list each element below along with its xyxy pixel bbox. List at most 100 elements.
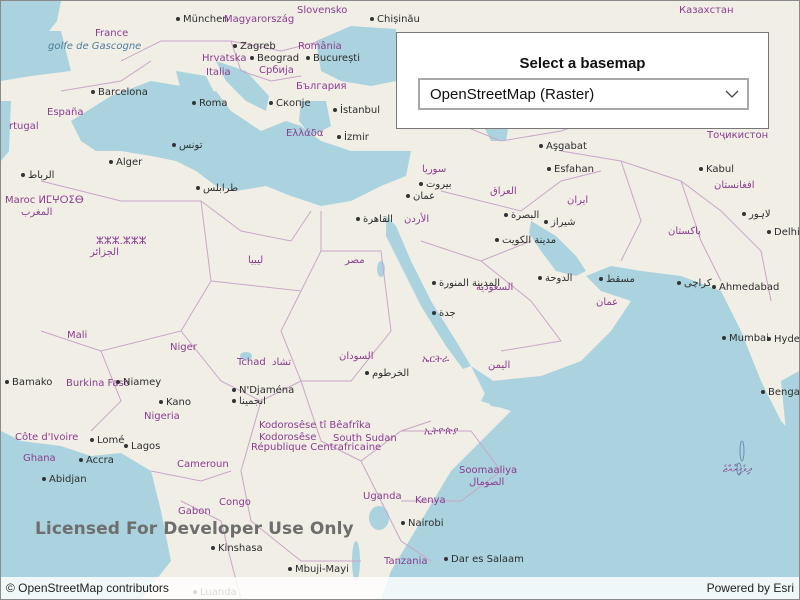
map-label-text: الجزائر [90, 247, 119, 258]
map-label-text: N'Djaména [239, 385, 295, 396]
map-label-text: الصومال [469, 477, 505, 488]
map-label: Bamako [5, 377, 52, 388]
map-label-text: ኢትዮጵያ [424, 426, 459, 437]
map-label-text: البصرة [511, 210, 540, 221]
map-label-text: Beograd [257, 53, 300, 64]
map-label-text: Kodorosêse tî Bêafrîka [259, 420, 371, 431]
panel-title: Select a basemap [519, 55, 646, 72]
map-label: جدة [432, 308, 456, 319]
map-label: شيراز [544, 217, 576, 228]
map-label: България [296, 81, 347, 92]
map-label-text: Казахстан [679, 5, 734, 16]
map-label: Soomaaliya [459, 465, 517, 476]
map-label-text: Nigeria [144, 411, 180, 422]
map-label-text: Cameroun [177, 459, 229, 470]
map-label-text: Ghana [23, 453, 56, 464]
map-label-text: Niamey [123, 377, 162, 388]
map-label: الأردن [404, 214, 429, 225]
map-label: Chișinău [370, 14, 420, 25]
map-label-text: България [296, 81, 347, 92]
map-label-text: South Sudan [333, 433, 397, 444]
map-label: Niger [170, 342, 197, 353]
map-label: France [95, 28, 128, 39]
map-label: Magyarország [224, 14, 294, 25]
map-label: Скопје [269, 98, 311, 109]
map-label-text: تشاد [272, 357, 292, 368]
map-label: الدوحة [538, 273, 572, 284]
map-label: بيروت [419, 179, 452, 190]
city-dot-icon [365, 371, 369, 375]
map-label: Uganda [363, 491, 402, 502]
map-label: Kodorosêse [259, 432, 316, 443]
map-label-text: rtugal [9, 121, 39, 132]
city-dot-icon [21, 173, 25, 177]
map-label: Roma [192, 98, 228, 109]
map-label-text: Kinshasa [218, 543, 263, 554]
map-label-text: ⵣⵣⵣ.ⵣⵣⵣ [96, 236, 147, 247]
map-label-text: İstanbul [340, 105, 381, 116]
map-label-text: Lomé [97, 435, 125, 446]
map-label: العراق [490, 186, 517, 197]
map-label: الرباط [21, 170, 54, 181]
city-dot-icon [722, 336, 726, 340]
map-label-text: Gabon [178, 506, 211, 517]
map-label: İstanbul [333, 105, 380, 116]
map-label-text: Magyarország [224, 14, 295, 25]
map-label-text: الرباط [28, 170, 55, 181]
city-dot-icon [269, 101, 273, 105]
map-label-text: Congo [219, 497, 251, 508]
map-label-text: Benga [768, 387, 800, 398]
map-label-text: Chișinău [377, 14, 420, 25]
map-label: مصر [345, 255, 365, 266]
chevron-down-icon [725, 90, 739, 98]
map-label-text: Barcelona [98, 87, 148, 98]
map-label-text: France [95, 28, 129, 39]
city-dot-icon [176, 17, 180, 21]
city-dot-icon [699, 167, 703, 171]
map-label-text: Slovensko [297, 5, 348, 16]
lake-victoria [369, 506, 389, 530]
map-label-text: انجمينا [239, 396, 266, 407]
powered-by-esri[interactable]: Powered by Esri [707, 581, 794, 595]
city-dot-icon [599, 277, 603, 281]
map-label: افغانستان [714, 180, 755, 191]
map-label: طرابلس [196, 183, 238, 194]
city-dot-icon [677, 281, 681, 285]
city-dot-icon [767, 337, 771, 341]
attribution-bar: © OpenStreetMap contributors Powered by … [1, 577, 799, 599]
basemap-dropdown[interactable]: OpenStreetMap (Raster) [418, 78, 749, 110]
map-label: Mali [67, 330, 87, 341]
city-dot-icon [250, 56, 254, 60]
map-label-text: بيروت [426, 179, 452, 190]
map-label-text: جدة [439, 308, 456, 319]
map-label: السودان [339, 351, 374, 362]
map-frame: München Magyarország Slovensko Chișinău Каза… [0, 0, 800, 600]
map-label: ⵣⵣⵣ.ⵣⵣⵣ [96, 236, 146, 247]
map-label-text: golfe de Gascogne [48, 41, 142, 52]
map-label-text: الخرطوم [372, 368, 410, 379]
map-label: المغرب [21, 207, 52, 218]
city-dot-icon [538, 276, 542, 280]
map-label: Nairobi [401, 518, 444, 529]
map-label-text: İzmir [344, 132, 369, 143]
map-label-text: ኤርትራ [422, 354, 450, 365]
map-label-text: عمان [596, 297, 619, 308]
map-label: ދިވެހިރާއްޖެ [723, 464, 752, 475]
map-label: Kano [159, 397, 191, 408]
map-label: Italia [206, 67, 231, 78]
map-label: Congo [219, 497, 251, 508]
map-label: لاہور [742, 209, 771, 220]
city-dot-icon [444, 557, 448, 561]
map-label-text: السودان [339, 351, 374, 362]
city-dot-icon [5, 380, 9, 384]
map-label: Србија [259, 65, 294, 76]
map-label-text: España [47, 107, 84, 118]
map-label: Hrvatska [202, 53, 247, 64]
city-dot-icon [288, 567, 292, 571]
map-label-text: افغانستان [714, 180, 755, 191]
map-label-text: Тоҷикистон [707, 130, 769, 141]
city-dot-icon [91, 90, 95, 94]
map-label: Esfahan [547, 164, 594, 175]
city-dot-icon [504, 213, 508, 217]
city-dot-icon [79, 458, 83, 462]
